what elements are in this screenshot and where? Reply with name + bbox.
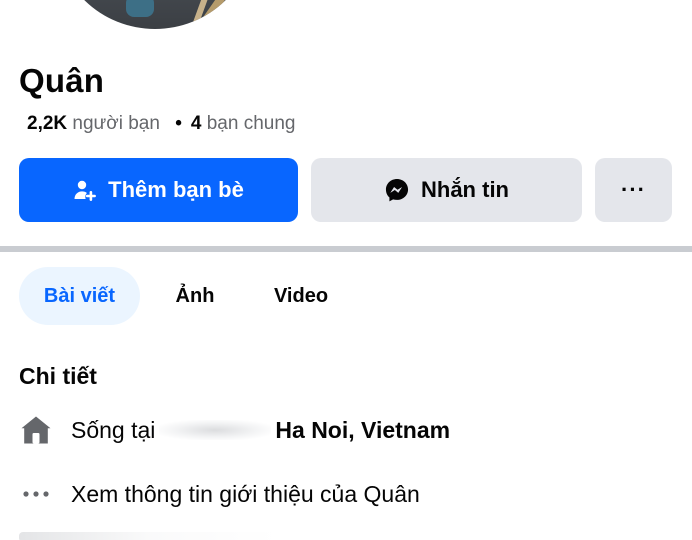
about-row[interactable]: Xem thông tin giới thiệu của Quân — [19, 474, 420, 514]
add-friend-button[interactable]: Thêm bạn bè — [19, 158, 298, 222]
stats-separator: • — [175, 113, 182, 134]
profile-page: Quân 2,2K người bạn • 4 bạn chung Thêm bạ… — [0, 0, 692, 540]
more-dots-icon — [19, 490, 53, 498]
about-link[interactable]: Xem thông tin giới thiệu của Quân — [71, 481, 420, 508]
lives-in-prefix: Sống tại — [71, 416, 156, 443]
profile-avatar[interactable] — [50, 0, 260, 35]
lives-in-place[interactable]: Ha Noi, Vietnam — [275, 417, 450, 444]
house-icon — [19, 415, 53, 445]
mutual-label[interactable]: bạn chung — [207, 113, 296, 134]
profile-stats: 2,2K người bạn • 4 bạn chung — [27, 113, 295, 135]
mutual-count[interactable]: 4 — [191, 113, 202, 134]
more-dots-icon: ··· — [621, 177, 646, 202]
avatar-photo — [56, 0, 254, 29]
more-options-button[interactable]: ··· — [595, 158, 672, 222]
message-label: Nhắn tin — [421, 177, 509, 202]
tab-posts[interactable]: Bài viết — [19, 267, 140, 325]
blurred-text — [159, 420, 272, 440]
add-friend-label: Thêm bạn bè — [108, 177, 244, 202]
details-title: Chi tiết — [19, 363, 97, 389]
person-plus-icon — [73, 178, 97, 202]
avatar-photo-detail — [126, 0, 154, 17]
tab-photos[interactable]: Ảnh — [160, 267, 230, 325]
tab-videos[interactable]: Video — [258, 267, 344, 325]
friends-label[interactable]: người bạn — [72, 113, 160, 134]
messenger-icon — [384, 177, 410, 203]
section-divider — [0, 246, 692, 252]
profile-name: Quân — [19, 62, 105, 99]
next-row-partial — [19, 532, 279, 540]
message-button[interactable]: Nhắn tin — [311, 158, 582, 222]
lives-in-row: Sống tại Ha Noi, Vietnam — [19, 410, 450, 450]
friends-count[interactable]: 2,2K — [27, 113, 67, 134]
